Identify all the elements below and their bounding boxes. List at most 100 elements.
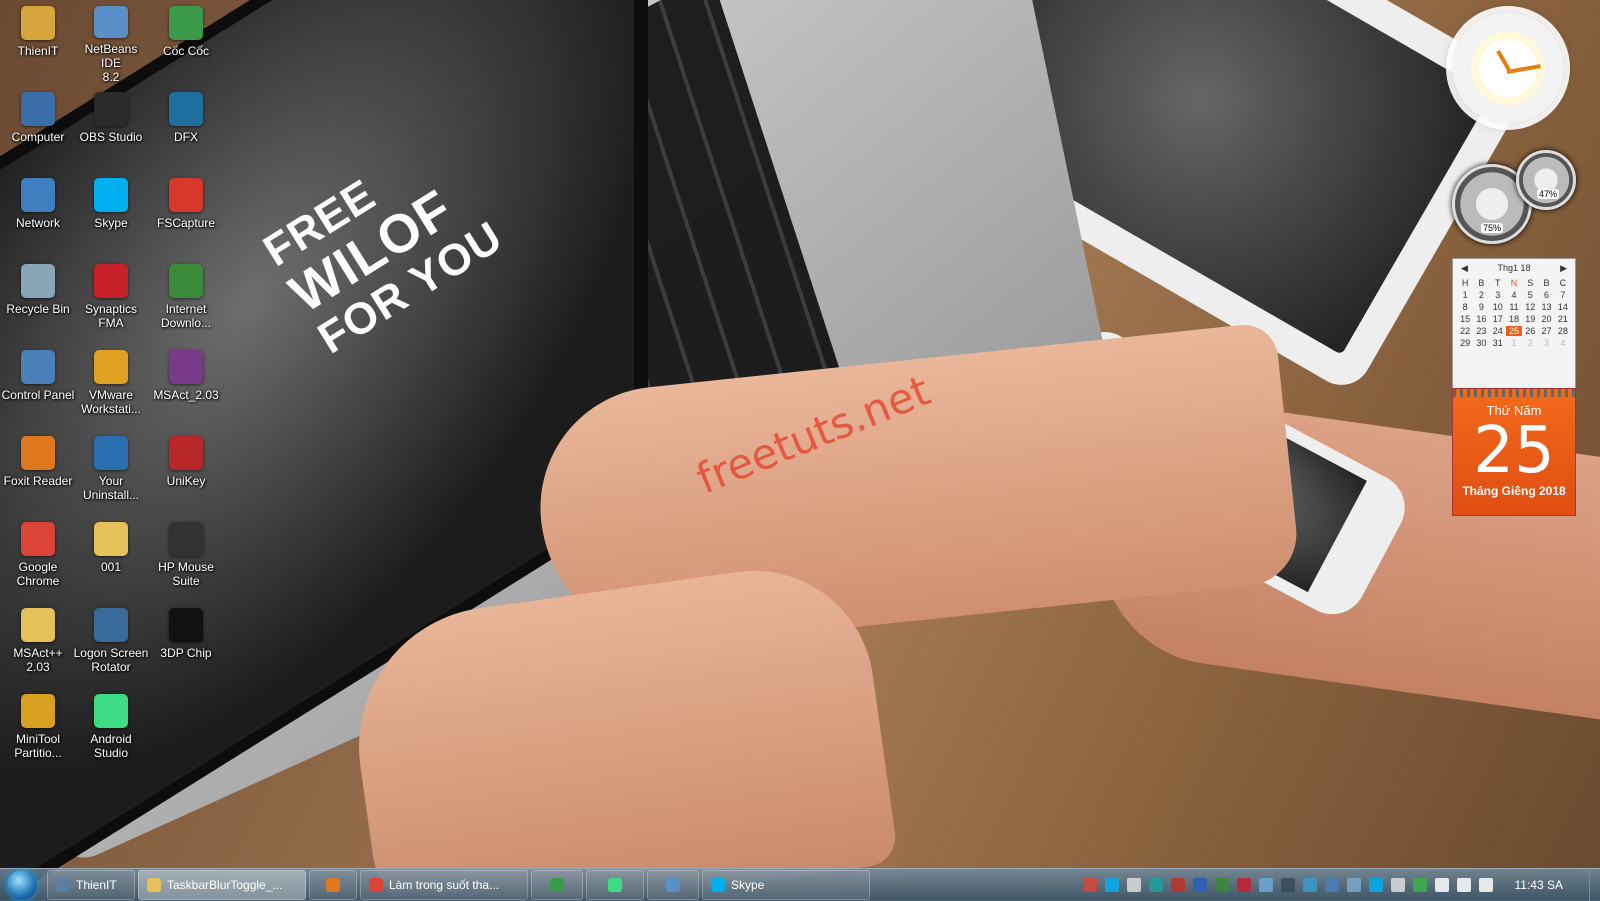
calendar-day-cell[interactable]: 12 [1522,302,1538,312]
calendar-day-cell[interactable]: 14 [1555,302,1571,312]
calendar-day-cell[interactable]: 29 [1457,338,1473,348]
tray-skype-icon[interactable] [1104,878,1119,892]
desktop-icon[interactable]: Logon Screen Rotator [73,602,149,686]
taskbar-button[interactable]: TaskbarBlurToggle_... [138,870,306,900]
tray-synaptics-icon[interactable] [1236,878,1251,892]
tray-network-share-icon[interactable] [1126,878,1141,892]
calendar-day-cell[interactable]: 4 [1555,338,1571,348]
desktop-icon[interactable]: NetBeans IDE 8.2 [73,0,149,84]
desktop-icon[interactable]: Cốc Cốc [148,0,224,84]
desktop-icon[interactable]: Google Chrome [0,516,76,600]
desktop-icon[interactable]: Control Panel [0,344,76,428]
start-button[interactable] [0,869,44,901]
taskbar-button[interactable]: Làm trong suốt tha... [360,870,528,900]
desktop-icon[interactable]: HP Mouse Suite [148,516,224,600]
tray-security-icon[interactable] [1412,878,1427,892]
show-desktop-button[interactable] [1589,869,1600,901]
desktop-icon[interactable]: Internet Downlo... [148,258,224,342]
calendar-next-button[interactable]: ▶ [1560,263,1567,274]
tray-idm-icon[interactable] [1214,878,1229,892]
calendar-day-cell[interactable]: 25 [1505,326,1523,336]
tray-fx-icon[interactable] [1148,878,1163,892]
calendar-day-cell[interactable]: 2 [1522,338,1538,348]
tray-chrome-icon[interactable] [1082,878,1097,892]
taskbar-button-label: Làm trong suốt tha... [389,878,500,892]
tray-update-icon[interactable] [1302,878,1317,892]
tray-usb-icon[interactable] [1390,878,1405,892]
desktop-icon[interactable]: 001 [73,516,149,600]
desktop-icon[interactable]: MSAct_2.03 [148,344,224,428]
calendar-day-cell[interactable]: 7 [1555,290,1571,300]
desktop-icon[interactable]: Skype [73,172,149,256]
taskbar-button[interactable]: ThienIT [47,870,135,900]
tray-signal-icon[interactable] [1434,878,1449,892]
desktop-icon[interactable]: FSCapture [148,172,224,256]
taskbar-button[interactable] [586,870,644,900]
desktop-icon[interactable]: Computer [0,86,76,170]
tray-app-icon[interactable] [1324,878,1339,892]
calendar-day-cell[interactable]: 16 [1473,314,1489,324]
calendar-day-cell[interactable]: 30 [1473,338,1489,348]
taskbar-button[interactable] [647,870,699,900]
calendar-day-cell[interactable]: 22 [1457,326,1473,336]
calendar-big-gadget[interactable]: Thứ Năm 25 Tháng Giêng 2018 [1452,388,1576,516]
desktop-icon[interactable]: ThienIT [0,0,76,84]
desktop-icon[interactable]: Android Studio [73,688,149,772]
desktop-icon[interactable]: DFX [148,86,224,170]
calendar-day-cell[interactable]: 21 [1555,314,1571,324]
calendar-day-cell[interactable]: 4 [1506,290,1522,300]
taskbar-button[interactable] [531,870,583,900]
calendar-day-cell[interactable]: 13 [1538,302,1554,312]
tray-v-icon[interactable] [1170,878,1185,892]
taskbar-clock[interactable]: 11:43 SA [1515,878,1563,892]
desktop-icon[interactable]: Recycle Bin [0,258,76,342]
clock-gadget[interactable] [1452,12,1564,124]
desktop-icon[interactable]: MSAct++ 2.03 [0,602,76,686]
calendar-day-cell[interactable]: 3 [1490,290,1506,300]
taskbar-button[interactable]: Skype [702,870,870,900]
taskbar-button[interactable] [309,870,357,900]
desktop-icon-label: MiniTool Partitio... [14,732,62,760]
calendar-day-cell[interactable]: 18 [1506,314,1522,324]
calendar-day-cell[interactable]: 6 [1538,290,1554,300]
calendar-day-cell[interactable]: 11 [1506,302,1522,312]
tray-cloud-icon[interactable] [1258,878,1273,892]
calendar-day-cell[interactable]: 19 [1522,314,1538,324]
calendar-day-cell[interactable]: 28 [1555,326,1571,336]
tray-flag-icon[interactable] [1478,878,1493,892]
desktop-icon[interactable]: Network [0,172,76,256]
calendar-day-cell[interactable]: 17 [1490,314,1506,324]
tray-volume-icon[interactable] [1456,878,1471,892]
desktop-icon[interactable]: UniKey [148,430,224,514]
calendar-mini-gadget[interactable]: ◀ Thg1 18 ▶ H B T N S B C 1 2 3 4 5 6 7 8 9 10 11 12 13 14 15… [1452,258,1576,390]
memory-meter-gadget[interactable]: 47% [1516,150,1576,210]
calendar-day-cell[interactable]: 1 [1506,338,1522,348]
calendar-day-cell[interactable]: 23 [1473,326,1489,336]
desktop-icon[interactable]: Your Uninstall... [73,430,149,514]
calendar-day-cell[interactable]: 31 [1490,338,1506,348]
tray-skype2-icon[interactable] [1368,878,1383,892]
calendar-day-cell[interactable]: 9 [1473,302,1489,312]
tray-monitor-icon[interactable] [1280,878,1295,892]
desktop-icon[interactable]: MiniTool Partitio... [0,688,76,772]
desktop-icon[interactable]: Foxit Reader [0,430,76,514]
desktop-icon[interactable]: 3DP Chip [148,602,224,686]
calendar-day-cell[interactable]: 20 [1538,314,1554,324]
calendar-day-cell[interactable]: 27 [1538,326,1554,336]
calendar-day-cell[interactable]: 1 [1457,290,1473,300]
desktop[interactable]: FREE WILOF FOR YOU freetuts.net ThienIT N… [0,0,1600,900]
desktop-icon[interactable]: VMware Workstati... [73,344,149,428]
tray-bluetooth-icon[interactable] [1192,878,1207,892]
calendar-day-cell[interactable]: 26 [1522,326,1538,336]
calendar-day-cell[interactable]: 10 [1490,302,1506,312]
tray-vmware-icon[interactable] [1346,878,1361,892]
calendar-day-cell[interactable]: 24 [1490,326,1506,336]
calendar-prev-button[interactable]: ◀ [1461,263,1468,274]
calendar-day-cell[interactable]: 2 [1473,290,1489,300]
calendar-day-cell[interactable]: 8 [1457,302,1473,312]
calendar-day-cell[interactable]: 3 [1538,338,1554,348]
calendar-day-cell[interactable]: 15 [1457,314,1473,324]
desktop-icon[interactable]: OBS Studio [73,86,149,170]
desktop-icon[interactable]: Synaptics FMA [73,258,149,342]
calendar-day-cell[interactable]: 5 [1522,290,1538,300]
